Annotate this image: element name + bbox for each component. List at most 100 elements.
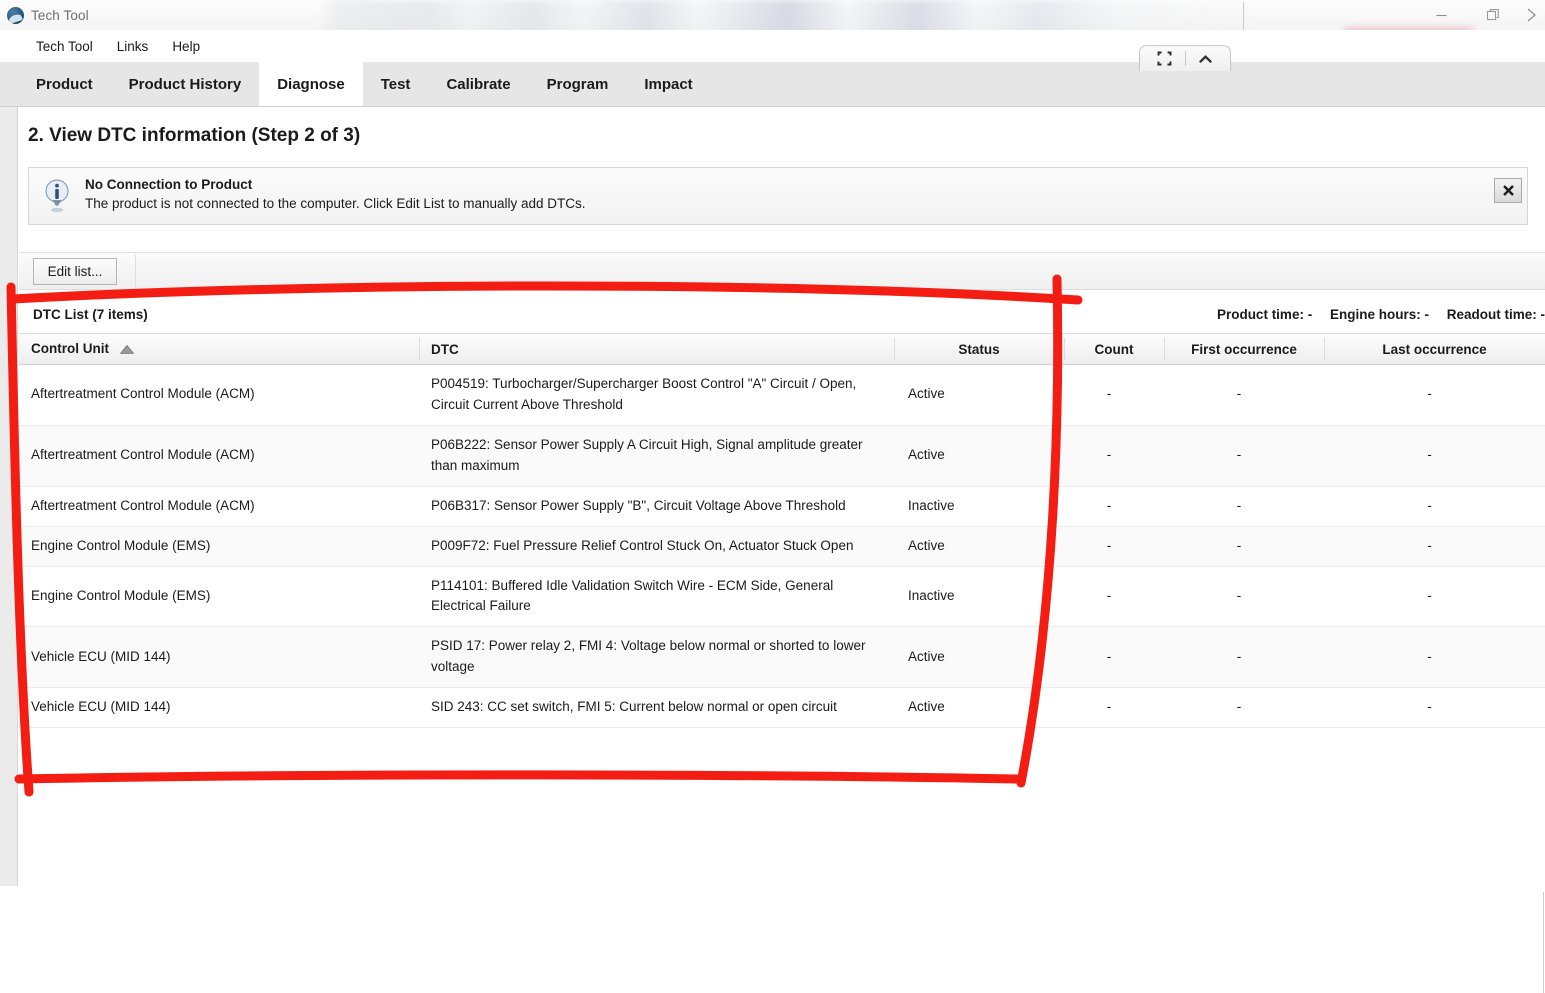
cell-control-unit: Engine Control Module (EMS) bbox=[19, 566, 419, 628]
column-label-control-unit: Control Unit bbox=[31, 341, 109, 357]
cell-status: Active bbox=[894, 526, 1064, 567]
tab-program[interactable]: Program bbox=[529, 62, 627, 106]
cell-dtc: P009F72: Fuel Pressure Relief Control St… bbox=[419, 526, 894, 567]
cell-last-occurrence: - bbox=[1324, 526, 1545, 567]
cell-control-unit: Aftertreatment Control Module (ACM) bbox=[19, 425, 419, 487]
edit-list-button[interactable]: Edit list... bbox=[33, 258, 117, 285]
cell-last-occurrence: - bbox=[1324, 687, 1545, 729]
cell-count: - bbox=[1064, 364, 1164, 426]
cell-dtc: P06B317: Sensor Power Supply "B", Circui… bbox=[419, 486, 894, 527]
cell-control-unit: Vehicle ECU (MID 144) bbox=[19, 626, 419, 689]
column-header-count[interactable]: Count bbox=[1064, 334, 1164, 365]
cell-dtc: P06B222: Sensor Power Supply A Circuit H… bbox=[419, 425, 894, 487]
main-tab-strip: Product Product History Diagnose Test Ca… bbox=[0, 62, 1545, 107]
no-connection-banner: No Connection to Product The product is … bbox=[28, 167, 1528, 225]
tab-product[interactable]: Product bbox=[18, 62, 111, 106]
cell-first-occurrence: - bbox=[1164, 425, 1324, 487]
info-icon bbox=[42, 178, 72, 214]
table-row[interactable]: Aftertreatment Control Module (ACM) P06B… bbox=[19, 486, 1545, 527]
readout-time-label: Readout time: - bbox=[1446, 307, 1545, 322]
cell-status: Active bbox=[894, 626, 1064, 689]
restore-icon[interactable] bbox=[1467, 0, 1519, 30]
table-row[interactable]: Engine Control Module (EMS) P009F72: Fue… bbox=[19, 526, 1545, 567]
toolbar-divider bbox=[135, 255, 136, 289]
title-bar: Tech Tool bbox=[0, 0, 1545, 30]
cell-first-occurrence: - bbox=[1164, 566, 1324, 628]
column-header-dtc[interactable]: DTC bbox=[419, 334, 894, 365]
table-body: Aftertreatment Control Module (ACM) P004… bbox=[19, 364, 1545, 729]
banner-close-button[interactable] bbox=[1494, 178, 1522, 203]
cell-control-unit: Aftertreatment Control Module (ACM) bbox=[19, 486, 419, 527]
cell-count: - bbox=[1064, 566, 1164, 628]
content-left-gutter bbox=[0, 107, 18, 886]
column-header-last-occurrence[interactable]: Last occurrence bbox=[1324, 334, 1545, 365]
cell-count: - bbox=[1064, 687, 1164, 729]
cell-first-occurrence: - bbox=[1164, 364, 1324, 426]
cell-first-occurrence: - bbox=[1164, 687, 1324, 729]
menu-item-tech-tool[interactable]: Tech Tool bbox=[24, 35, 105, 58]
tab-test[interactable]: Test bbox=[363, 62, 429, 106]
dtc-toolbar: Edit list... bbox=[19, 252, 1545, 290]
engine-hours-label: Engine hours: - bbox=[1329, 307, 1429, 322]
column-header-first-occurrence[interactable]: First occurrence bbox=[1164, 334, 1324, 365]
menu-item-help[interactable]: Help bbox=[160, 35, 212, 58]
table-row[interactable]: Aftertreatment Control Module (ACM) P06B… bbox=[19, 425, 1545, 487]
close-icon[interactable] bbox=[1519, 0, 1545, 30]
dtc-list-meta: Product time: - Engine hours: - Readout … bbox=[1217, 307, 1545, 322]
chevron-up-icon[interactable] bbox=[1185, 47, 1225, 71]
sort-ascending-icon bbox=[119, 342, 134, 357]
cell-count: - bbox=[1064, 425, 1164, 487]
vertical-scrollbar[interactable] bbox=[1543, 892, 1544, 993]
cell-last-occurrence: - bbox=[1324, 364, 1545, 426]
menu-item-links[interactable]: Links bbox=[105, 35, 161, 58]
cell-control-unit: Vehicle ECU (MID 144) bbox=[19, 687, 419, 729]
column-header-status[interactable]: Status bbox=[894, 334, 1064, 365]
column-header-control-unit[interactable]: Control Unit bbox=[19, 334, 419, 365]
table-row[interactable]: Aftertreatment Control Module (ACM) P004… bbox=[19, 364, 1545, 426]
cell-status: Active bbox=[894, 425, 1064, 487]
cell-dtc: P114101: Buffered Idle Validation Switch… bbox=[419, 566, 894, 628]
minimize-icon[interactable] bbox=[1415, 0, 1467, 30]
fullscreen-icon[interactable] bbox=[1144, 47, 1184, 71]
cell-count: - bbox=[1064, 626, 1164, 689]
page-title: 2. View DTC information (Step 2 of 3) bbox=[28, 125, 361, 146]
cell-last-occurrence: - bbox=[1324, 566, 1545, 628]
cell-dtc: SID 243: CC set switch, FMI 5: Current b… bbox=[419, 687, 894, 729]
app-logo-icon bbox=[7, 6, 24, 24]
product-time-label: Product time: - bbox=[1216, 307, 1313, 322]
table-header-row: Control Unit DTC Status Count First occu… bbox=[19, 334, 1545, 365]
content-area: 2. View DTC information (Step 2 of 3) No… bbox=[0, 107, 1545, 993]
cell-last-occurrence: - bbox=[1324, 486, 1545, 527]
table-row[interactable]: Vehicle ECU (MID 144) SID 243: CC set sw… bbox=[19, 687, 1545, 729]
cell-status: Active bbox=[894, 364, 1064, 426]
cell-count: - bbox=[1064, 486, 1164, 527]
cell-last-occurrence: - bbox=[1324, 626, 1545, 689]
cell-dtc: P004519: Turbocharger/Supercharger Boost… bbox=[419, 364, 894, 426]
view-controls-pill bbox=[1138, 45, 1232, 72]
cell-count: - bbox=[1064, 526, 1164, 567]
cell-control-unit: Aftertreatment Control Module (ACM) bbox=[19, 364, 419, 426]
banner-message: The product is not connected to the comp… bbox=[85, 196, 586, 211]
tab-calibrate[interactable]: Calibrate bbox=[428, 62, 528, 106]
dtc-list-title: DTC List (7 items) bbox=[33, 307, 148, 322]
cell-status: Inactive bbox=[894, 486, 1064, 527]
tab-product-history[interactable]: Product History bbox=[111, 62, 260, 106]
cell-status: Inactive bbox=[894, 566, 1064, 628]
cell-dtc: PSID 17: Power relay 2, FMI 4: Voltage b… bbox=[419, 626, 894, 689]
cell-first-occurrence: - bbox=[1164, 486, 1324, 527]
banner-title: No Connection to Product bbox=[85, 177, 253, 192]
table-row[interactable]: Vehicle ECU (MID 144) PSID 17: Power rel… bbox=[19, 626, 1545, 689]
window-title: Tech Tool bbox=[31, 7, 89, 23]
tab-impact[interactable]: Impact bbox=[626, 62, 710, 106]
dtc-list-header: DTC List (7 items) Product time: - Engin… bbox=[19, 303, 1545, 333]
cell-status: Active bbox=[894, 687, 1064, 729]
menu-bar: Tech Tool Links Help bbox=[0, 30, 1545, 62]
cell-first-occurrence: - bbox=[1164, 526, 1324, 567]
cell-first-occurrence: - bbox=[1164, 626, 1324, 689]
cell-last-occurrence: - bbox=[1324, 425, 1545, 487]
dtc-table: Control Unit DTC Status Count First occu… bbox=[19, 333, 1545, 729]
cell-control-unit: Engine Control Module (EMS) bbox=[19, 526, 419, 567]
table-row[interactable]: Engine Control Module (EMS) P114101: Buf… bbox=[19, 566, 1545, 628]
window-controls bbox=[1415, 0, 1545, 30]
tab-diagnose[interactable]: Diagnose bbox=[259, 62, 363, 106]
